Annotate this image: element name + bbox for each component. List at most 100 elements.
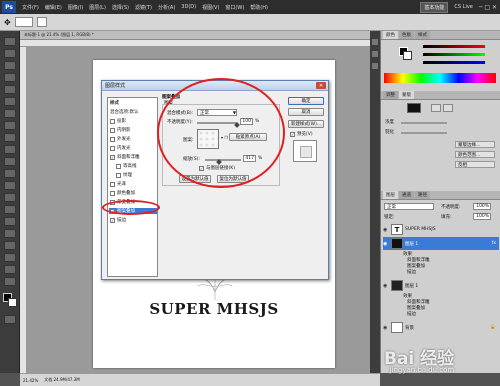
style-item-stroke[interactable]: ✓ 描边 bbox=[110, 217, 126, 223]
layer-row-selected[interactable]: ◉ 图层 1 fx bbox=[383, 237, 499, 250]
blur-tool-icon[interactable] bbox=[4, 181, 16, 190]
background-color-swatch[interactable] bbox=[403, 51, 412, 60]
checkbox[interactable] bbox=[110, 181, 115, 187]
tool-option-field-2[interactable] bbox=[36, 17, 47, 27]
zoom-readout[interactable]: 21.42% bbox=[23, 378, 38, 383]
pen-tool-icon[interactable] bbox=[4, 205, 16, 214]
checkbox[interactable] bbox=[110, 118, 115, 124]
density-slider[interactable] bbox=[401, 122, 447, 124]
fill-input[interactable]: 100% bbox=[473, 213, 491, 220]
invert-button[interactable]: 反相 bbox=[455, 161, 495, 168]
quick-mask-icon[interactable] bbox=[4, 315, 16, 324]
layer-blend-mode-select[interactable]: 正常 bbox=[384, 203, 434, 210]
type-tool-icon[interactable] bbox=[4, 217, 16, 226]
eye-icon[interactable]: ◉ bbox=[383, 325, 389, 331]
menu-view[interactable]: 视图(V) bbox=[199, 4, 222, 11]
menu-window[interactable]: 窗口(W) bbox=[222, 4, 247, 11]
checkbox[interactable] bbox=[110, 190, 115, 196]
move-tool-icon[interactable] bbox=[4, 37, 16, 46]
healing-tool-icon[interactable] bbox=[4, 109, 16, 118]
3d-rotate-tool-icon[interactable] bbox=[4, 253, 16, 262]
menu-edit[interactable]: 编辑(E) bbox=[42, 4, 65, 11]
layer-row-text[interactable]: ◉ T SUPER MHSJS bbox=[383, 223, 499, 236]
style-item-inner-glow[interactable]: 内发光 bbox=[110, 145, 131, 151]
menu-3d[interactable]: 3D(D) bbox=[178, 4, 199, 10]
eraser-tool-icon[interactable] bbox=[4, 157, 16, 166]
cancel-button[interactable]: 取消 bbox=[288, 108, 324, 116]
tab-paths[interactable]: 路径 bbox=[415, 191, 430, 199]
green-slider[interactable] bbox=[423, 53, 485, 56]
tool-option-field[interactable] bbox=[14, 17, 33, 27]
zoom-tool-icon[interactable] bbox=[4, 277, 16, 286]
menu-help[interactable]: 帮助(H) bbox=[247, 4, 271, 11]
lasso-tool-icon[interactable] bbox=[4, 61, 16, 70]
menu-filter[interactable]: 滤镜(T) bbox=[132, 4, 155, 11]
fx-badge[interactable]: fx bbox=[492, 241, 499, 246]
checkbox[interactable] bbox=[110, 127, 115, 133]
crop-tool-icon[interactable] bbox=[4, 85, 16, 94]
layer-opacity-input[interactable]: 100% bbox=[473, 203, 491, 210]
checkbox-checked[interactable]: ✓ bbox=[110, 154, 115, 160]
history-brush-tool-icon[interactable] bbox=[4, 145, 16, 154]
window-controls-icon[interactable]: ─ □ ✕ bbox=[479, 4, 497, 11]
style-item-blending-options[interactable]: 混合选项:默认 bbox=[110, 109, 139, 115]
document-tab[interactable]: 未标题-1 @ 21.4% (图层 1, RGB/8) * bbox=[20, 31, 380, 40]
eye-icon[interactable]: ◉ bbox=[383, 227, 389, 233]
checkbox[interactable] bbox=[110, 145, 115, 151]
hand-tool-icon[interactable] bbox=[4, 265, 16, 274]
style-item-contour[interactable]: 等高线 bbox=[116, 163, 137, 169]
history-icon[interactable] bbox=[372, 39, 378, 45]
menu-image[interactable]: 图像(I) bbox=[65, 4, 86, 11]
dodge-tool-icon[interactable] bbox=[4, 193, 16, 202]
layer-row[interactable]: ◉ 图层 1 bbox=[383, 279, 499, 292]
document-info[interactable]: 文档:24.9M/47.3M bbox=[44, 377, 79, 383]
style-item-outer-glow[interactable]: 外发光 bbox=[110, 136, 131, 142]
checkbox-checked[interactable]: ✓ bbox=[290, 131, 295, 137]
eyedropper-tool-icon[interactable] bbox=[4, 97, 16, 106]
gradient-tool-icon[interactable] bbox=[4, 169, 16, 178]
tab-layers[interactable]: 图层 bbox=[383, 191, 398, 199]
mask-edge-button[interactable]: 蒙版边缘... bbox=[455, 141, 495, 148]
checkbox[interactable] bbox=[116, 163, 121, 169]
effect-row[interactable]: 描边 bbox=[383, 269, 499, 275]
feather-slider[interactable] bbox=[401, 132, 447, 134]
quick-select-tool-icon[interactable] bbox=[4, 73, 16, 82]
red-slider[interactable] bbox=[423, 45, 485, 48]
preview-option[interactable]: ✓ 预览(V) bbox=[290, 131, 313, 137]
eye-icon[interactable]: ◉ bbox=[383, 283, 389, 289]
style-item-satin[interactable]: 光泽 bbox=[110, 181, 126, 187]
style-item-drop-shadow[interactable]: 投影 bbox=[110, 118, 126, 124]
checkbox-checked[interactable]: ✓ bbox=[110, 217, 115, 223]
cslive-button[interactable]: CS Live bbox=[451, 4, 475, 10]
blue-slider[interactable] bbox=[423, 61, 485, 64]
menu-file[interactable]: 文件(F) bbox=[19, 4, 42, 11]
character-icon[interactable] bbox=[372, 63, 378, 69]
vector-mask-icon[interactable] bbox=[443, 104, 453, 112]
ok-button[interactable]: 确定 bbox=[288, 97, 324, 105]
menu-select[interactable]: 选择(S) bbox=[109, 4, 132, 11]
style-item-texture[interactable]: 纹理 bbox=[116, 172, 132, 178]
tab-masks[interactable]: 蒙版 bbox=[399, 91, 414, 99]
pixel-mask-icon[interactable] bbox=[431, 104, 441, 112]
tab-color[interactable]: 颜色 bbox=[383, 31, 398, 39]
path-select-tool-icon[interactable] bbox=[4, 229, 16, 238]
style-item-bevel-emboss[interactable]: ✓ 斜面和浮雕 bbox=[110, 154, 140, 160]
effect-row[interactable]: 描边 bbox=[383, 311, 499, 317]
move-tool-icon[interactable]: ✥ bbox=[4, 18, 11, 27]
new-style-button[interactable]: 新建样式(W)... bbox=[288, 120, 324, 128]
style-item-inner-shadow[interactable]: 内阴影 bbox=[110, 127, 131, 133]
dialog-close-button[interactable]: ✕ bbox=[316, 82, 326, 89]
workspace-button[interactable]: 基本功能 bbox=[420, 1, 449, 13]
actions-icon[interactable] bbox=[372, 51, 378, 57]
eye-icon[interactable]: ◉ bbox=[383, 241, 389, 247]
stamp-tool-icon[interactable] bbox=[4, 133, 16, 142]
color-range-button[interactable]: 颜色范围... bbox=[455, 151, 495, 158]
background-color-swatch[interactable] bbox=[8, 298, 17, 307]
brush-tool-icon[interactable] bbox=[4, 121, 16, 130]
tab-adjustments[interactable]: 调整 bbox=[383, 91, 398, 99]
checkbox[interactable] bbox=[116, 172, 121, 178]
shape-tool-icon[interactable] bbox=[4, 241, 16, 250]
tab-channels[interactable]: 通道 bbox=[399, 191, 414, 199]
menu-analysis[interactable]: 分析(A) bbox=[155, 4, 178, 11]
checkbox[interactable] bbox=[110, 136, 115, 142]
